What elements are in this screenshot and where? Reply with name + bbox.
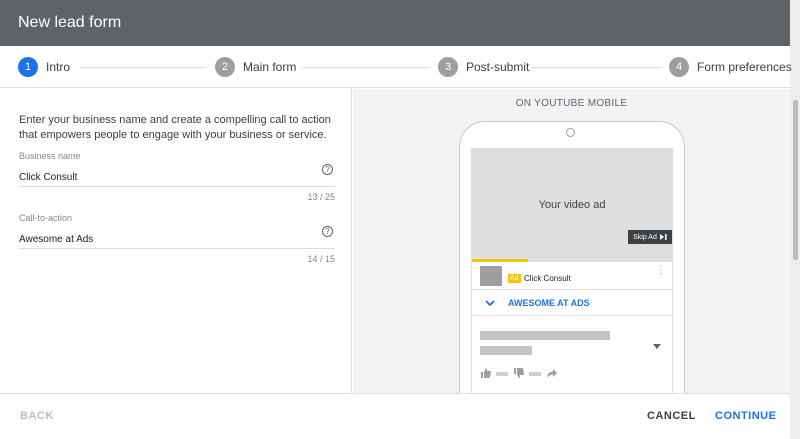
step-number: 2 xyxy=(215,57,235,77)
like-count-placeholder xyxy=(496,372,508,376)
page-scrollbar[interactable] xyxy=(793,100,798,260)
share-icon xyxy=(547,369,557,378)
step-number: 3 xyxy=(438,57,458,77)
action-row xyxy=(480,367,670,381)
channel-row: Ad Click Consult ⋮ xyxy=(472,262,672,290)
business-name-field: Business name Click Consult ? 13 / 25 xyxy=(19,151,335,202)
step-label: Post-submit xyxy=(466,60,530,74)
step-number: 1 xyxy=(18,57,38,77)
step-connector xyxy=(80,67,206,68)
help-circle-icon[interactable]: ? xyxy=(322,226,333,237)
call-to-action-value: Awesome at Ads xyxy=(19,234,94,245)
form-panel: Enter your business name and create a co… xyxy=(0,89,352,393)
thumb-down-icon xyxy=(514,368,524,378)
dialog-title: New lead form xyxy=(18,14,122,31)
placeholder-title-bar xyxy=(480,331,610,340)
step-connector xyxy=(301,67,429,68)
call-to-action-field: Call-to-action Awesome at Ads ? 14 / 15 xyxy=(19,213,335,264)
step-label: Main form xyxy=(243,60,297,74)
phone-camera-icon xyxy=(566,128,575,137)
business-name-label: Business name xyxy=(19,151,81,161)
call-to-action-preview-text: AWESOME AT ADS xyxy=(508,298,590,308)
phone-screen: Your video ad Skip Ad Ad Click Consult ⋮… xyxy=(471,148,673,393)
skip-next-icon xyxy=(659,234,667,240)
call-to-action-preview: AWESOME AT ADS xyxy=(472,290,672,316)
dialog-footer: BACK CANCEL CONTINUE xyxy=(0,393,790,439)
dialog-header: New lead form xyxy=(0,0,790,46)
business-name-input[interactable]: Click Consult ? xyxy=(19,164,335,187)
business-name-value: Click Consult xyxy=(19,172,78,183)
back-button[interactable]: BACK xyxy=(20,410,54,422)
phone-mockup: Your video ad Skip Ad Ad Click Consult ⋮… xyxy=(459,121,685,393)
stepper: 1 Intro 2 Main form 3 Post-submit 4 Form… xyxy=(0,46,792,88)
continue-button[interactable]: CONTINUE xyxy=(715,410,776,422)
intro-description: Enter your business name and create a co… xyxy=(19,114,331,141)
call-to-action-label: Call-to-action xyxy=(19,213,73,223)
preview-label: ON YOUTUBE MOBILE xyxy=(515,98,628,109)
chevron-down-icon xyxy=(485,300,495,307)
ad-badge: Ad xyxy=(508,274,521,283)
call-to-action-input[interactable]: Awesome at Ads ? xyxy=(19,226,335,249)
call-to-action-counter: 14 / 15 xyxy=(307,254,335,264)
channel-name: Click Consult xyxy=(524,274,571,283)
skip-ad-button: Skip Ad xyxy=(628,230,672,244)
video-ad-placeholder: Your video ad Skip Ad xyxy=(472,149,672,259)
dislike-count-placeholder xyxy=(529,372,541,376)
step-label: Intro xyxy=(46,60,71,74)
step-connector xyxy=(531,67,661,68)
more-vert-icon: ⋮ xyxy=(656,265,666,276)
step-form-preferences[interactable]: 4 Form preferences xyxy=(669,57,792,77)
step-intro[interactable]: 1 Intro xyxy=(18,57,70,77)
skip-ad-label: Skip Ad xyxy=(633,233,657,241)
step-label: Form preferences xyxy=(697,60,792,74)
preview-panel: ON YOUTUBE MOBILE Your video ad Skip Ad … xyxy=(353,89,790,393)
placeholder-subtitle-bar xyxy=(480,346,532,355)
business-name-counter: 13 / 25 xyxy=(307,192,335,202)
cancel-button[interactable]: CANCEL xyxy=(647,410,696,422)
thumb-up-icon xyxy=(481,368,491,378)
step-post-submit[interactable]: 3 Post-submit xyxy=(438,57,529,77)
step-main-form[interactable]: 2 Main form xyxy=(215,57,296,77)
video-ad-text: Your video ad xyxy=(538,199,606,211)
help-circle-icon[interactable]: ? xyxy=(322,164,333,175)
channel-thumbnail xyxy=(480,266,502,286)
dropdown-arrow-icon xyxy=(653,344,661,349)
step-number: 4 xyxy=(669,57,689,77)
